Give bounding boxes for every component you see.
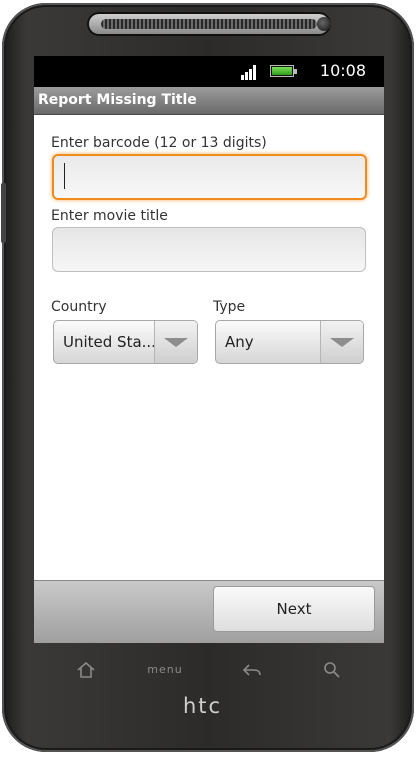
battery-icon (270, 65, 297, 77)
next-button[interactable]: Next (213, 586, 375, 632)
home-icon (77, 661, 95, 678)
movie-title-label: Enter movie title (51, 208, 168, 224)
front-camera (317, 17, 331, 31)
brand-logo: htc (183, 694, 223, 718)
type-value: Any (225, 333, 254, 351)
volume-button (1, 183, 6, 243)
type-label: Type (213, 299, 246, 315)
chevron-down-icon (164, 338, 188, 347)
status-bar: 10:08 (34, 56, 384, 87)
search-key[interactable] (310, 650, 354, 690)
movie-title-input[interactable] (52, 227, 366, 272)
title-bar: Report Missing Title (34, 87, 384, 115)
country-label: Country (51, 299, 107, 315)
type-spinner[interactable]: Any (215, 320, 364, 364)
country-dropdown-button[interactable] (154, 321, 197, 363)
earpiece-speaker (89, 14, 331, 34)
speaker-grill (101, 19, 317, 29)
chevron-down-icon (330, 338, 354, 347)
home-key[interactable] (64, 650, 108, 690)
back-icon (242, 664, 261, 676)
country-spinner[interactable]: United Sta... (53, 320, 198, 364)
status-time: 10:08 (319, 61, 366, 80)
bottom-action-bar: Next (34, 580, 384, 643)
hardware-keys: menu (34, 650, 384, 690)
country-value: United Sta... (63, 333, 156, 351)
back-key[interactable] (230, 650, 274, 690)
barcode-label: Enter barcode (12 or 13 digits) (51, 135, 267, 151)
signal-icon (241, 64, 259, 80)
type-dropdown-button[interactable] (320, 321, 363, 363)
menu-key[interactable]: menu (142, 650, 188, 690)
text-cursor (64, 163, 65, 189)
screen: 10:08 Report Missing Title Enter barcode… (34, 56, 384, 643)
search-icon (324, 662, 340, 678)
barcode-input[interactable] (52, 154, 367, 200)
page-title: Report Missing Title (38, 92, 197, 108)
